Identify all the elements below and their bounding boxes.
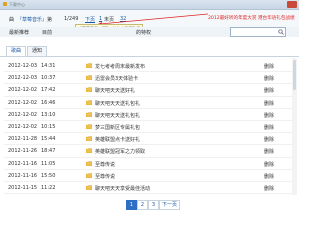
delete-link[interactable]: 删除 [264, 173, 274, 180]
row-date: 2012-12-02 [8, 99, 38, 106]
row-title[interactable]: 龙七考考周末最新发布 [95, 63, 145, 70]
row-time: 17:42 [41, 87, 56, 94]
page-2-button[interactable]: 2 [137, 200, 148, 210]
row-title[interactable]: 至尊传说 [95, 161, 115, 168]
folder-icon [86, 112, 92, 117]
folder-icon [86, 185, 92, 190]
row-date: 2012-12-03 [8, 75, 38, 82]
row-title[interactable]: 聊天吧天天送好礼 [95, 87, 135, 94]
list-item[interactable]: 2012-11-16 11:05 至尊传说 删除 [4, 158, 294, 170]
message-list: 2012-12-03 14:31 龙七考考周末最新发布 删除 2012-12-0… [4, 60, 294, 195]
list-item[interactable]: 2012-12-02 17:42 聊天吧天天送好礼 删除 [4, 84, 294, 97]
list-item[interactable]: 2012-11-15 11:22 聊天吧天天享受最佳活动 删除 [4, 182, 294, 195]
tab-notice[interactable]: 通知 [27, 46, 48, 56]
folder-icon [86, 173, 92, 178]
app-icon [3, 2, 7, 6]
scrollbar-thumb[interactable] [293, 60, 296, 90]
delete-link[interactable]: 删除 [264, 87, 274, 94]
row-title[interactable]: 至尊传说 [95, 173, 115, 180]
row-title[interactable]: 聊天吧天天送礼包礼 [95, 112, 140, 119]
list-item[interactable]: 2012-11-28 15:44 英雄联盟点卡送好礼 删除 [4, 133, 294, 146]
category-tag[interactable]: 『草莓音乐』 [17, 16, 47, 23]
close-window-button[interactable] [287, 1, 297, 8]
folder-icon [86, 124, 92, 129]
delete-link[interactable]: 删除 [264, 185, 274, 192]
row-date: 2012-12-03 [8, 63, 38, 69]
window-title: 下载中心 [9, 2, 25, 7]
folder-icon [86, 136, 92, 142]
list-item[interactable]: 2012-12-03 10:37 迅雷会员3天体验卡 删除 [4, 72, 294, 85]
nav-privilege[interactable]: 的特权 [136, 29, 151, 36]
tag-suffix: 第 [47, 17, 53, 23]
row-date: 2012-12-02 [8, 87, 38, 94]
delete-link[interactable]: 删除 [264, 161, 274, 168]
row-date: 2012-11-16 [8, 172, 38, 179]
list-item[interactable]: 2012-12-02 13:10 聊天吧天天送礼包礼 删除 [4, 109, 294, 121]
row-time: 11:05 [41, 160, 56, 167]
list-item[interactable]: 2012-12-02 16:46 聊天吧天天送礼包礼 删除 [4, 97, 294, 109]
title-bar: 下载中心 [0, 0, 299, 10]
row-date: 2012-12-02 [8, 111, 38, 118]
delete-link[interactable]: 删除 [264, 75, 274, 82]
folder-icon [86, 75, 92, 81]
row-title[interactable]: 聊天吧天天享受最佳活动 [95, 185, 150, 192]
page-3-button[interactable]: 3 [148, 200, 159, 210]
page-1-button[interactable]: 1 [126, 200, 137, 210]
search-input[interactable] [230, 27, 286, 37]
row-title[interactable]: 聊天吧天天送礼包礼 [95, 100, 140, 107]
row-time: 13:10 [41, 111, 56, 118]
folder-icon [86, 63, 92, 68]
row-title[interactable]: 迅雷会员3天体验卡 [95, 75, 138, 82]
delete-link[interactable]: 删除 [264, 136, 274, 143]
page-indicator: 1/249 [64, 16, 79, 22]
delete-link[interactable]: 删除 [264, 148, 274, 155]
folder-icon [86, 87, 92, 93]
row-time: 16:46 [41, 99, 56, 106]
next-page-button[interactable]: 下一页 [159, 200, 181, 210]
row-time: 15:50 [41, 172, 56, 179]
row-date: 2012-11-15 [8, 184, 38, 191]
row-time: 15:44 [41, 136, 56, 143]
tab-songs[interactable]: 歌曲 [6, 46, 27, 56]
nav-recommend[interactable]: 最新推荐 [9, 29, 29, 36]
delete-link[interactable]: 删除 [264, 63, 274, 70]
list-item[interactable]: 2012-11-26 18:47 英雄联盟冠军之力领取 删除 [4, 145, 294, 158]
list-item[interactable]: 2012-12-02 10:15 梦三国新区专属礼包 删除 [4, 121, 294, 134]
row-title[interactable]: 英雄联盟冠军之力领取 [95, 148, 145, 155]
tab-bar: 歌曲 通知 [0, 45, 299, 57]
row-title[interactable]: 英雄联盟点卡送好礼 [95, 136, 140, 143]
row-time: 10:15 [41, 123, 56, 130]
row-date: 2012-11-26 [8, 148, 38, 155]
row-date: 2012-11-16 [8, 160, 38, 167]
row-date: 2012-12-02 [8, 123, 38, 130]
nav-middle[interactable]: 目前 [42, 29, 52, 36]
delete-link[interactable]: 删除 [264, 124, 274, 131]
list-item[interactable]: 2012-12-03 14:31 龙七考考周末最新发布 删除 [4, 60, 294, 73]
scrollbar[interactable] [292, 58, 297, 195]
folder-icon [86, 99, 92, 105]
delete-link[interactable]: 删除 [264, 112, 274, 119]
row-time: 18:47 [41, 148, 56, 155]
row-title[interactable]: 梦三国新区专属礼包 [95, 124, 140, 131]
pagination: 1 2 3 下一页 [0, 200, 299, 210]
row-time: 14:31 [41, 63, 56, 69]
folder-icon [86, 160, 92, 166]
category-label: 曲 [9, 17, 15, 23]
search-icon[interactable] [278, 29, 284, 35]
row-date: 2012-11-28 [8, 136, 38, 143]
folder-icon [86, 148, 92, 154]
row-time: 11:22 [41, 184, 56, 191]
list-item[interactable]: 2012-11-16 15:50 至尊传说 删除 [4, 170, 294, 182]
row-time: 10:37 [41, 75, 56, 82]
delete-link[interactable]: 删除 [264, 100, 274, 107]
annotation-note: 2012最好听的年度大赏 港台华语礼包战绩 [208, 16, 295, 21]
